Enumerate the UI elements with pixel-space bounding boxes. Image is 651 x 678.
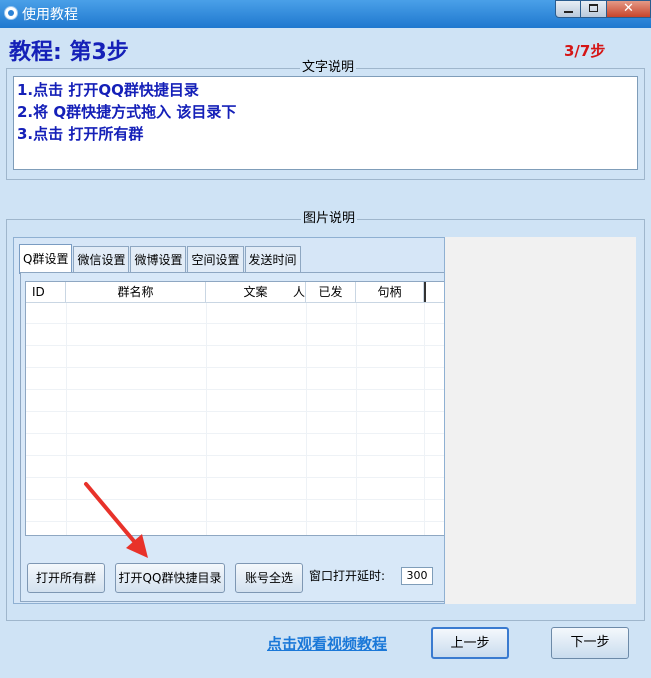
tab-wechat-settings[interactable]: 微信设置 xyxy=(73,246,130,272)
tutorial-screenshot: Q群设置 微信设置 微博设置 空间设置 发送时间 ID 群名称 文案 人 已发 … xyxy=(13,237,445,604)
select-all-accounts-button[interactable]: 账号全选 xyxy=(235,563,303,593)
instruction-line-1: 1.点击 打开QQ群快捷目录 xyxy=(17,81,199,99)
tab-weibo-settings[interactable]: 微博设置 xyxy=(130,246,187,272)
tab-send-time[interactable]: 发送时间 xyxy=(244,246,301,272)
column-header-handle[interactable]: 句柄 xyxy=(356,282,424,302)
column-header-more xyxy=(424,282,444,302)
previous-step-button[interactable]: 上一步 xyxy=(431,627,509,659)
window-open-delay-label: 窗口打开延时: xyxy=(309,569,386,583)
text-description-legend: 文字说明 xyxy=(300,60,357,76)
maximize-button[interactable] xyxy=(581,0,607,18)
app-icon xyxy=(4,6,18,20)
table-header: ID 群名称 文案 人 已发 句柄 xyxy=(26,282,444,303)
step-count: 3/7步 xyxy=(564,42,606,60)
red-arrow-icon xyxy=(84,482,148,558)
column-divider xyxy=(424,302,425,535)
step-title: 教程: 第3步 xyxy=(9,40,129,65)
close-button[interactable]: ✕ xyxy=(607,0,651,18)
column-header-people[interactable]: 人 xyxy=(292,282,306,302)
close-icon: ✕ xyxy=(623,1,634,16)
column-header-id[interactable]: ID xyxy=(26,282,66,302)
column-header-copy[interactable]: 文案 xyxy=(206,282,306,302)
column-divider xyxy=(356,302,357,535)
column-divider xyxy=(206,302,207,535)
settings-tabs: Q群设置 微信设置 微博设置 空间设置 发送时间 xyxy=(19,244,302,274)
instruction-line-2: 2.将 Q群快捷方式拖入 该目录下 xyxy=(17,103,237,121)
window-title: 使用教程 xyxy=(22,7,78,23)
next-step-button[interactable]: 下一步 xyxy=(551,627,629,659)
image-description-legend: 图片说明 xyxy=(301,211,358,227)
title-bar: 使用教程 ✕ xyxy=(0,0,651,28)
minimize-button[interactable] xyxy=(555,0,581,18)
maximize-icon xyxy=(589,4,598,12)
text-description-box: 1.点击 打开QQ群快捷目录 2.将 Q群快捷方式拖入 该目录下 3.点击 打开… xyxy=(13,76,638,170)
watch-video-tutorial-link[interactable]: 点击观看视频教程 xyxy=(267,633,387,654)
tab-qzone-settings[interactable]: 空间设置 xyxy=(187,246,244,272)
column-divider xyxy=(306,302,307,535)
window-open-delay-input[interactable]: 300 xyxy=(401,567,433,585)
tab-qq-group-settings[interactable]: Q群设置 xyxy=(19,244,73,274)
column-header-sent[interactable]: 已发 xyxy=(306,282,356,302)
minimize-icon xyxy=(564,11,573,13)
column-divider xyxy=(66,302,67,535)
image-blank-area xyxy=(445,237,636,604)
instruction-line-3: 3.点击 打开所有群 xyxy=(17,125,144,143)
column-header-group-name[interactable]: 群名称 xyxy=(66,282,206,302)
window-controls: ✕ xyxy=(555,0,651,18)
